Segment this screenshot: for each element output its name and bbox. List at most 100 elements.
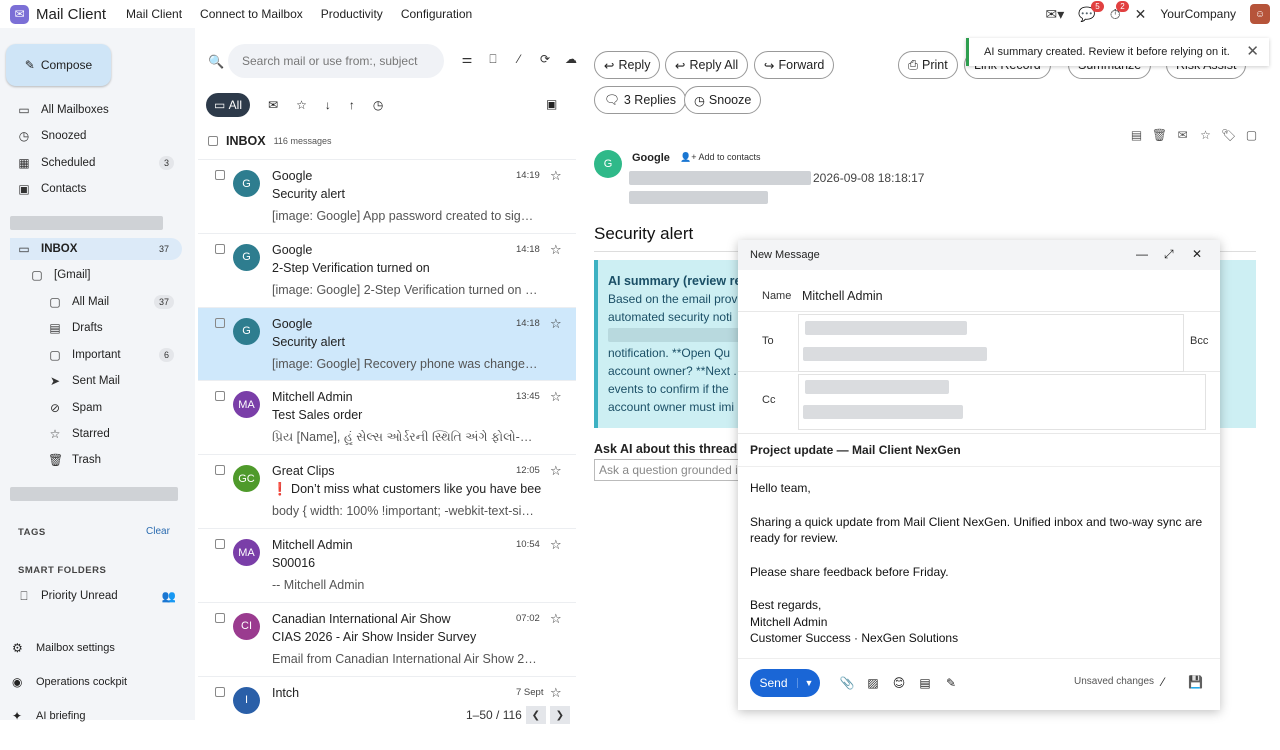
row-checkbox[interactable] <box>215 317 225 328</box>
replies-button[interactable]: 🗨 3 Replies <box>594 86 686 114</box>
minimize-icon[interactable]: — <box>1136 247 1148 261</box>
expand-icon[interactable]: ⤢ <box>1164 247 1174 262</box>
magic-wand-icon[interactable]: ⁄ <box>506 52 532 67</box>
menu-mail-client[interactable]: Mail Client <box>126 7 182 21</box>
print-button[interactable]: ⎙ Print <box>898 51 958 79</box>
activity-clock-icon[interactable]: ⏱ 2 <box>1110 0 1129 23</box>
tags-clear-link[interactable]: Clear <box>146 526 170 537</box>
mailbox-settings-link[interactable]: ⚙ Mailbox settings <box>12 641 115 655</box>
sidebar-item-contacts[interactable]: ▣ Contacts <box>10 178 182 200</box>
sidebar-item-all-mail[interactable]: ▢ All Mail 37 <box>10 291 182 313</box>
search-input[interactable]: Search mail or use from:, subject <box>228 44 444 78</box>
send-button[interactable]: Send ▼ <box>750 669 820 697</box>
folder-icon[interactable]: ▢ <box>1240 128 1263 142</box>
sidebar-item-trash[interactable]: 🗑 Trash <box>10 449 182 471</box>
message-row[interactable]: G Google 14:18 ☆ 2-Step Verification turned … <box>198 232 576 307</box>
menu-productivity[interactable]: Productivity <box>321 7 383 21</box>
brand[interactable]: ✉ Mail Client <box>10 4 106 24</box>
row-checkbox[interactable] <box>215 170 225 180</box>
emoji-icon[interactable]: 😊 <box>886 676 912 690</box>
sidebar-item-sent-mail[interactable]: ➤ Sent Mail <box>10 370 182 392</box>
message-row[interactable]: G Google 14:19 ☆ Security alert [image: Googl… <box>198 159 576 233</box>
add-to-contacts-link[interactable]: 👤+ Add to contacts <box>680 152 761 163</box>
sort-desc-icon[interactable]: ↓ <box>325 98 331 112</box>
forward-button[interactable]: ↪ Forward <box>754 51 835 79</box>
row-checkbox[interactable] <box>215 391 225 402</box>
row-checkbox[interactable] <box>215 243 225 254</box>
star-icon[interactable]: ☆ <box>1194 128 1217 142</box>
reply-all-button[interactable]: ↩ Reply All <box>665 51 749 79</box>
bcc-toggle[interactable]: Bcc <box>1190 335 1208 347</box>
sidebar-item-gmail[interactable]: ▢ [Gmail] <box>10 264 182 286</box>
message-row[interactable]: CI Canadian International Air Show 07:02 ☆ C… <box>198 601 576 676</box>
operations-cockpit-link[interactable]: ◉ Operations cockpit <box>12 675 127 689</box>
subject-field[interactable]: Project update — Mail Client NexGen <box>750 443 961 457</box>
star-icon[interactable]: ☆ <box>550 389 562 405</box>
chat-icon[interactable]: 💬 5 <box>1078 0 1104 23</box>
message-row[interactable]: GC Great Clips 12:05 ☆ ❗ Don’t miss what cus… <box>198 454 576 528</box>
message-row[interactable]: G Google 14:18 ☆ Security alert [image: Googl… <box>198 306 576 381</box>
sidebar-item-scheduled[interactable]: ▦ Scheduled 3 <box>10 152 182 174</box>
sidebar-item-all-mailboxes[interactable]: ▭ All Mailboxes <box>10 99 182 121</box>
sidebar-item-snoozed[interactable]: ◷ Snoozed <box>10 125 182 147</box>
star-icon[interactable]: ☆ <box>550 537 562 553</box>
envelope-icon[interactable]: ✉ <box>1171 128 1194 142</box>
star-icon[interactable]: ☆ <box>550 685 562 701</box>
archive-icon[interactable]: ▤ <box>1125 128 1148 142</box>
reply-button[interactable]: ↩ Reply <box>594 51 661 79</box>
bookmark-icon[interactable]: ⎕ <box>480 52 506 67</box>
star-icon[interactable]: ☆ <box>550 463 562 479</box>
starred-filter-icon[interactable]: ☆ <box>296 98 307 112</box>
filter-all-button[interactable]: ▭ All <box>206 93 251 117</box>
row-checkbox[interactable] <box>215 465 225 476</box>
sidebar-item-starred[interactable]: ☆ Starred <box>10 423 182 445</box>
tags-icon[interactable]: 🏷 <box>1217 128 1240 142</box>
row-checkbox[interactable] <box>215 686 225 697</box>
chevron-down-icon[interactable]: ▼ <box>797 678 820 688</box>
magic-wand-icon[interactable]: ⁄ <box>1162 675 1164 689</box>
sidebar-item-important[interactable]: ▢ Important 6 <box>10 344 182 366</box>
to-field[interactable] <box>798 314 1184 372</box>
save-icon[interactable]: 💾 <box>1188 675 1203 689</box>
template-icon[interactable]: ▤ <box>912 676 938 690</box>
refresh-icon[interactable]: ⟳ <box>532 52 558 67</box>
envelope-icon[interactable]: ✉▾ <box>1046 6 1065 23</box>
chevron-left-icon[interactable]: ❮ <box>525 706 546 724</box>
close-icon[interactable]: ✕ <box>1246 42 1259 60</box>
sort-asc-icon[interactable]: ↑ <box>349 98 355 112</box>
sidebar-item-spam[interactable]: ⊘ Spam <box>10 397 182 419</box>
row-checkbox[interactable] <box>215 539 225 549</box>
compose-button[interactable]: ✎ Compose <box>6 44 111 86</box>
star-icon[interactable]: ☆ <box>550 611 562 627</box>
image-icon[interactable]: ▨ <box>860 676 886 690</box>
sidebar-item-inbox[interactable]: ▭ INBOX 37 <box>10 238 182 260</box>
paperclip-icon[interactable]: 📎 <box>834 676 860 690</box>
menu-configuration[interactable]: Configuration <box>401 7 472 21</box>
close-icon[interactable]: ✕ <box>1192 247 1202 261</box>
snooze-button[interactable]: ◷ Snooze <box>684 86 762 114</box>
select-all-checkbox[interactable] <box>208 136 218 146</box>
company-switcher[interactable]: YourCompany <box>1160 7 1236 21</box>
cc-field[interactable] <box>798 374 1206 430</box>
chevron-right-icon[interactable]: ❯ <box>549 706 570 724</box>
message-row[interactable]: MA Mitchell Admin 10:54 ☆ S00016 -- Mitchell … <box>198 528 576 602</box>
pen-icon[interactable]: ✎ <box>938 676 964 690</box>
message-row[interactable]: MA Mitchell Admin 13:45 ☆ Test Sales order પ્… <box>198 380 576 454</box>
smart-folder-priority-unread[interactable]: ⎕ Priority Unread 👥 <box>10 585 182 607</box>
ai-briefing-link[interactable]: ✦ AI briefing <box>12 709 86 723</box>
cloud-download-icon[interactable]: ☁ <box>558 52 584 67</box>
user-avatar[interactable]: ☺ <box>1250 4 1270 24</box>
message-body-editor[interactable]: Hello team, Sharing a quick update from … <box>750 480 1210 647</box>
contact-card-icon[interactable]: ▣ <box>546 97 557 111</box>
clock-filter-icon[interactable]: ◷ <box>373 98 383 112</box>
row-checkbox[interactable] <box>215 612 225 623</box>
star-icon[interactable]: ☆ <box>550 242 562 258</box>
trash-icon[interactable]: 🗑 <box>1148 128 1171 142</box>
recipient-chip[interactable] <box>805 321 967 335</box>
sidebar-item-drafts[interactable]: ▤ Drafts <box>10 317 182 339</box>
ask-ai-input[interactable]: Ask a question grounded in <box>594 459 754 481</box>
unread-filter-icon[interactable]: ✉ <box>268 98 278 112</box>
name-field[interactable]: Mitchell Admin <box>802 289 883 303</box>
star-icon[interactable]: ☆ <box>550 168 562 184</box>
menu-connect-mailbox[interactable]: Connect to Mailbox <box>200 7 303 21</box>
